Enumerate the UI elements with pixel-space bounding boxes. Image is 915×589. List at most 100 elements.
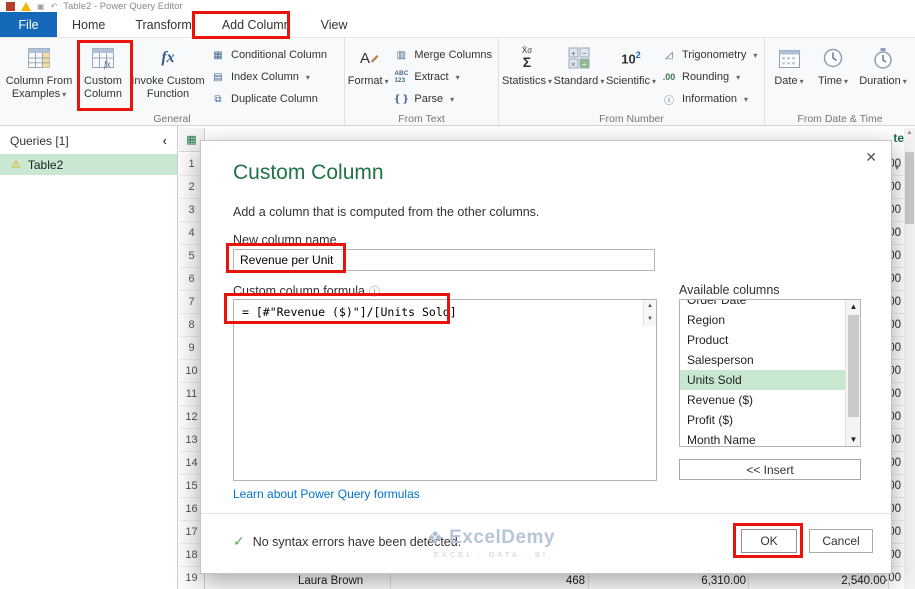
available-column-item[interactable]: Product <box>680 330 845 350</box>
available-column-item[interactable]: Order Date <box>680 300 845 310</box>
svg-text:A: A <box>360 50 370 67</box>
available-column-item[interactable]: Month Name <box>680 430 845 446</box>
parse-button[interactable]: ❴❵ Parse ▾ <box>389 89 496 109</box>
dropdown-caret: ▾ <box>450 94 455 104</box>
dialog-subtitle: Add a column that is computed from the o… <box>233 205 540 219</box>
trigonometry-button[interactable]: ◿ Trigonometry ▾ <box>657 45 761 65</box>
conditional-column-icon: ▦ <box>213 49 223 61</box>
ribbon: Column From Examples ▾ fx Custom Column f… <box>0 38 915 126</box>
group-label-from-number: From Number <box>599 113 664 125</box>
scrollbar-thumb[interactable] <box>848 315 859 417</box>
save-icon[interactable]: ▣ <box>37 2 45 11</box>
group-label-from-text: From Text <box>398 113 445 125</box>
extract-button[interactable]: ABC 123 Extract ▾ <box>389 67 496 87</box>
rounding-button[interactable]: .00 Rounding ▾ <box>657 67 761 87</box>
from-number-small-buttons: ◿ Trigonometry ▾ .00 Rounding ▾ ⓘ Inform… <box>657 40 761 109</box>
info-icon[interactable]: ⓘ <box>369 286 380 298</box>
stopwatch-icon <box>872 44 894 72</box>
formula-text: = [#"Revenue ($)"]/[Units Sold] <box>242 305 457 319</box>
window-titlebar: ▣ ↶ Table2 - Power Query Editor <box>0 0 915 12</box>
clock-icon <box>822 44 844 72</box>
grid-cell-units[interactable]: 468 <box>540 575 585 587</box>
trigonometry-icon: ◿ <box>665 49 673 61</box>
scientific-icon: 102 <box>621 49 641 66</box>
format-button[interactable]: A Format ▾ <box>347 40 389 112</box>
gridline <box>390 575 391 589</box>
duration-button[interactable]: Duration ▾ <box>855 40 911 112</box>
new-column-name-input[interactable] <box>233 249 655 271</box>
conditional-column-button[interactable]: ▦ Conditional Column <box>206 45 331 65</box>
available-column-item[interactable]: Revenue ($) <box>680 390 845 410</box>
available-columns-list: Order Date Region Product Salesperson Units … <box>679 299 861 447</box>
custom-column-button[interactable]: fx Custom Column <box>76 40 130 112</box>
tab-home[interactable]: Home <box>57 12 120 37</box>
ribbon-group-from-text: A Format ▾ ▥ Merge Columns ABC 123 Extract… <box>345 38 499 125</box>
dropdown-caret: ▾ <box>305 72 310 82</box>
formula-scrollbar[interactable]: ▲ ▼ <box>643 300 656 326</box>
available-column-item[interactable]: Profit ($) <box>680 410 845 430</box>
window-title: Table2 - Power Query Editor <box>63 0 183 12</box>
ribbon-group-from-number: X̄σ Σ Statistics ▾ + − × ÷ Standard ▾ 102 Scie… <box>499 38 765 125</box>
svg-text:+: + <box>571 49 576 58</box>
scroll-up-icon[interactable]: ▲ <box>846 302 860 311</box>
scroll-up-icon[interactable]: ▲ <box>904 128 915 139</box>
learn-formulas-link[interactable]: Learn about Power Query formulas <box>233 487 420 501</box>
time-button[interactable]: Time ▾ <box>811 40 855 112</box>
available-column-item[interactable]: Salesperson <box>680 350 845 370</box>
calendar-icon <box>778 44 801 72</box>
svg-text:×: × <box>571 60 576 69</box>
date-button[interactable]: Date ▾ <box>767 40 811 112</box>
cancel-button[interactable]: Cancel <box>809 529 873 553</box>
scientific-button[interactable]: 102 Scientific ▾ <box>605 40 657 112</box>
gridline <box>888 575 889 589</box>
index-column-button[interactable]: ▤ Index Column ▾ <box>206 67 331 87</box>
insert-button[interactable]: << Insert <box>679 459 861 480</box>
rounding-icon: .00 <box>662 72 676 82</box>
duplicate-column-icon: ⧉ <box>214 93 222 105</box>
information-button[interactable]: ⓘ Information ▾ <box>657 89 761 109</box>
available-column-item[interactable]: Region <box>680 310 845 330</box>
query-item-table2[interactable]: ⚠ Table2 <box>0 154 177 175</box>
undo-icon[interactable]: ↶ <box>51 2 58 11</box>
tab-view[interactable]: View <box>306 12 363 37</box>
scroll-down-icon[interactable]: ▼ <box>846 435 860 444</box>
tab-transform[interactable]: Transform <box>120 12 207 37</box>
grid-cell-profit[interactable]: 2,540.00 <box>830 575 886 587</box>
query-warning-icon: ⚠ <box>11 159 21 171</box>
warning-icon <box>21 1 31 11</box>
dropdown-caret: ▾ <box>384 77 389 86</box>
watermark-tagline: EXCEL · DATA · BI <box>433 550 549 559</box>
custom-column-icon: fx <box>91 44 115 72</box>
table-examples-icon <box>27 44 51 72</box>
invoke-custom-function-button[interactable]: fx Invoke Custom Function <box>130 40 206 112</box>
dialog-divider <box>201 513 891 514</box>
grid-vertical-scrollbar[interactable]: ▲ <box>904 128 915 589</box>
available-column-item[interactable]: Units Sold <box>680 370 845 390</box>
formula-editor[interactable]: = [#"Revenue ($)"]/[Units Sold] ▲ ▼ <box>233 299 657 481</box>
index-column-icon: ▤ <box>213 71 223 83</box>
app-icon <box>6 1 15 11</box>
grid-cell-salesperson[interactable]: Laura Brown <box>298 575 363 587</box>
list-scrollbar[interactable]: ▲ ▼ <box>845 300 860 446</box>
dropdown-caret: ▾ <box>844 77 849 86</box>
statistics-button[interactable]: X̄σ Σ Statistics ▾ <box>501 40 553 112</box>
duplicate-column-button[interactable]: ⧉ Duplicate Column <box>206 89 331 109</box>
close-icon[interactable]: ✕ <box>865 149 877 166</box>
standard-button[interactable]: + − × ÷ Standard ▾ <box>553 40 605 112</box>
general-small-buttons: ▦ Conditional Column ▤ Index Column ▾ ⧉ … <box>206 40 331 109</box>
svg-text:fx: fx <box>104 59 111 69</box>
column-from-examples-button[interactable]: Column From Examples ▾ <box>2 40 76 112</box>
merge-columns-button[interactable]: ▥ Merge Columns <box>389 45 496 65</box>
ok-button[interactable]: OK <box>741 529 797 553</box>
dropdown-caret: ▾ <box>600 77 605 86</box>
collapse-pane-icon[interactable]: ‹ <box>163 133 167 148</box>
grid-cell-revenue[interactable]: 6,310.00 <box>690 575 746 587</box>
column-filter-icon[interactable]: ▼ <box>893 163 901 172</box>
svg-text:÷: ÷ <box>582 60 587 69</box>
new-column-name-label: New column name <box>233 233 337 247</box>
scrollbar-thumb[interactable] <box>905 152 914 224</box>
format-icon: A <box>356 44 380 72</box>
tab-add-column[interactable]: Add Column <box>207 12 306 37</box>
dropdown-caret: ▾ <box>799 77 804 86</box>
tab-file[interactable]: File <box>0 12 57 37</box>
